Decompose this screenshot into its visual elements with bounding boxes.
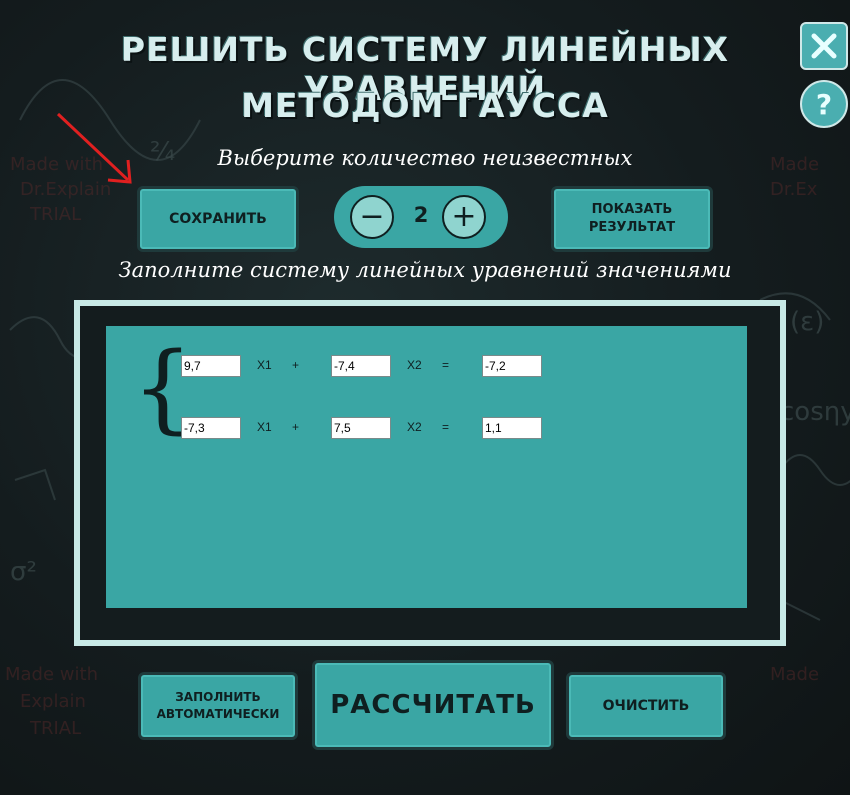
equals-sign: = [442, 420, 450, 434]
rhs-b2-input[interactable]: 1,1 [482, 417, 542, 439]
equals-sign: = [442, 358, 450, 372]
minus-icon: − [359, 199, 385, 234]
plus-sign: + [292, 358, 300, 372]
show-result-button[interactable]: ПОКАЗАТЬ РЕЗУЛЬТАТ [551, 186, 713, 252]
coef-a11-input[interactable]: 9,7 [181, 355, 241, 377]
fill-auto-label-2: АВТОМАТИЧЕСКИ [156, 707, 280, 721]
rhs-b1-input[interactable]: -7,2 [482, 355, 542, 377]
plus-sign: + [292, 420, 300, 434]
page-title-line2: МЕТОДОМ ГАУССА [241, 86, 609, 125]
hint-unknowns-count: Выберите количество неизвестных [217, 146, 633, 170]
svg-text:σ²: σ² [10, 557, 37, 587]
show-result-label-1: ПОКАЗАТЬ [591, 202, 673, 217]
svg-text:(ε): (ε) [790, 307, 824, 337]
save-button[interactable]: СОХРАНИТЬ [137, 186, 299, 252]
svg-text:TRIAL: TRIAL [29, 204, 81, 225]
svg-text:Made: Made [770, 664, 819, 685]
plus-icon: + [451, 199, 477, 234]
clear-button[interactable]: ОЧИСТИТЬ [566, 672, 726, 740]
close-icon [811, 33, 837, 59]
fill-auto-label-1: ЗАПОЛНИТЬ [175, 690, 261, 704]
var-label: X2 [407, 358, 422, 372]
coef-a22-input[interactable]: 7,5 [331, 417, 391, 439]
fill-auto-button[interactable]: ЗАПОЛНИТЬ АВТОМАТИЧЕСКИ [138, 672, 298, 740]
unknowns-stepper: − 2 + [334, 186, 508, 248]
increment-button[interactable]: + [442, 195, 486, 239]
svg-text:Explain: Explain [20, 691, 86, 712]
coef-a12-input[interactable]: -7,4 [331, 355, 391, 377]
coef-a21-input[interactable]: -7,3 [181, 417, 241, 439]
var-label: X1 [257, 420, 272, 434]
close-button[interactable] [800, 22, 848, 70]
decrement-button[interactable]: − [350, 195, 394, 239]
var-label: X2 [407, 420, 422, 434]
var-label: X1 [257, 358, 272, 372]
show-result-label-2: РЕЗУЛЬТАТ [588, 220, 676, 235]
svg-text:cosηy: cosηy [780, 397, 850, 427]
hint-fill-system: Заполните систему линейных уравнений зна… [118, 258, 732, 282]
svg-text:Made with: Made with [5, 664, 98, 685]
svg-text:Dr.Ex: Dr.Ex [770, 179, 818, 200]
help-icon: ? [815, 87, 833, 121]
help-button[interactable]: ? [800, 80, 848, 128]
svg-text:TRIAL: TRIAL [29, 718, 81, 739]
unknowns-count-value: 2 [413, 203, 429, 227]
calculate-button[interactable]: РАССЧИТАТЬ [312, 660, 554, 750]
